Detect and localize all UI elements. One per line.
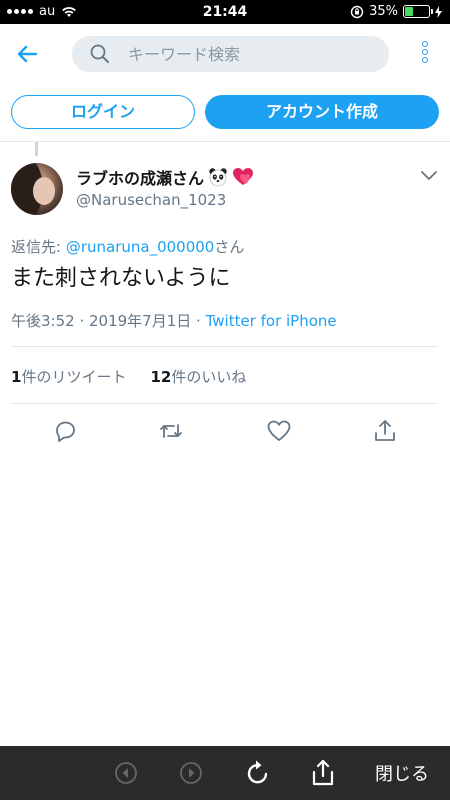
- retweet-stat[interactable]: 1件のリツイート: [11, 368, 126, 386]
- more-icon[interactable]: [420, 41, 430, 67]
- battery-icon: [403, 5, 433, 18]
- tweet-source[interactable]: Twitter for iPhone: [206, 312, 337, 330]
- auth-buttons: ログイン アカウント作成: [0, 95, 450, 131]
- panda-icon: [209, 168, 227, 187]
- like-icon[interactable]: [266, 418, 292, 444]
- divider: [11, 403, 438, 404]
- thread-line: [35, 142, 38, 156]
- search-input[interactable]: [128, 36, 378, 72]
- tweet-actions: [0, 418, 450, 444]
- search-icon: [90, 44, 109, 63]
- tweet-text: また刺されないように: [11, 266, 231, 291]
- browser-toolbar: 閉じる: [0, 746, 450, 800]
- status-bar: au 21:44 35%: [0, 0, 450, 24]
- tweet-time[interactable]: 午後3:52: [11, 312, 75, 330]
- orientation-lock-icon: [350, 5, 364, 18]
- browser-share-icon[interactable]: [311, 758, 335, 788]
- browser-forward-icon[interactable]: [179, 758, 203, 788]
- like-label: 件のいいね: [171, 368, 247, 386]
- tweet-stats: 1件のリツイート 12件のいいね: [11, 366, 246, 387]
- user-handle[interactable]: @Narusechan_1023: [76, 191, 226, 209]
- meta-separator: ·: [74, 312, 89, 330]
- browser-back-icon[interactable]: [114, 758, 138, 788]
- name-row[interactable]: ラブホの成瀬さん: [76, 165, 254, 189]
- heart-icon: [233, 168, 254, 185]
- close-button[interactable]: 閉じる: [375, 760, 429, 786]
- retweet-label: 件のリツイート: [21, 368, 127, 386]
- reply-user-link[interactable]: @runaruna_000000: [66, 238, 215, 256]
- share-icon[interactable]: [372, 418, 398, 444]
- divider: [0, 141, 450, 142]
- reply-suffix: さん: [214, 238, 245, 256]
- reply-to: 返信先: @runaruna_000000さん: [11, 236, 244, 257]
- tweet-meta: 午後3:52 · 2019年7月1日 · Twitter for iPhone: [11, 310, 337, 331]
- status-right: 35%: [350, 4, 442, 19]
- avatar[interactable]: [11, 163, 63, 215]
- divider: [11, 346, 438, 347]
- reply-icon[interactable]: [52, 418, 78, 444]
- like-count: 12: [150, 368, 172, 386]
- login-button[interactable]: ログイン: [11, 95, 195, 129]
- tweet-date[interactable]: 2019年7月1日: [89, 312, 191, 330]
- signup-button[interactable]: アカウント作成: [205, 95, 439, 129]
- reload-icon[interactable]: [244, 758, 272, 788]
- battery-percent: 35%: [369, 4, 398, 19]
- display-name[interactable]: ラブホの成瀬さん: [76, 165, 204, 189]
- charging-icon: [435, 5, 442, 18]
- reply-prefix: 返信先:: [11, 238, 66, 256]
- chevron-down-icon[interactable]: [420, 168, 438, 182]
- retweet-icon[interactable]: [158, 418, 184, 444]
- header: [0, 24, 450, 84]
- back-arrow-icon[interactable]: [14, 40, 42, 68]
- search-box[interactable]: [72, 36, 389, 72]
- meta-separator: ·: [191, 312, 206, 330]
- retweet-count: 1: [11, 368, 22, 386]
- like-stat[interactable]: 12件のいいね: [150, 368, 246, 386]
